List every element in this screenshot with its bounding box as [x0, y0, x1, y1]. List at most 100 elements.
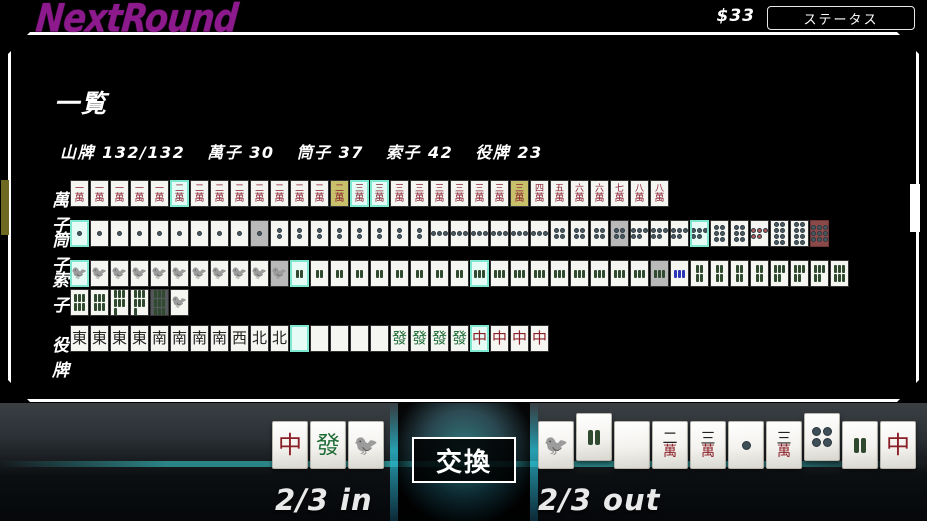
tile-man-八[interactable]: 八萬: [650, 180, 669, 207]
tile-sou-2[interactable]: [430, 260, 449, 287]
tile-pin-1[interactable]: [250, 220, 269, 247]
tile-honor-南[interactable]: 南: [210, 325, 229, 352]
hand-tile-sou-1[interactable]: 🐦: [348, 421, 384, 469]
tile-pin-4[interactable]: [570, 220, 589, 247]
tile-sou-3[interactable]: [470, 260, 489, 287]
tile-honor-白[interactable]: [290, 325, 309, 352]
tile-honor-東[interactable]: 東: [130, 325, 149, 352]
tile-man-六[interactable]: 六萬: [590, 180, 609, 207]
tile-man-一[interactable]: 一萬: [70, 180, 89, 207]
tile-sou-1[interactable]: 🐦: [110, 260, 129, 287]
tile-man-三[interactable]: 三萬: [410, 180, 429, 207]
tile-pin-5[interactable]: [650, 220, 669, 247]
tile-sou-1[interactable]: 🐦: [250, 260, 269, 287]
tile-sou-7[interactable]: [130, 289, 149, 316]
tile-sou-3[interactable]: [490, 260, 509, 287]
tile-man-三[interactable]: 三萬: [510, 180, 529, 207]
tile-pin-1[interactable]: [150, 220, 169, 247]
tile-man-六[interactable]: 六萬: [570, 180, 589, 207]
tile-pin-4[interactable]: [590, 220, 609, 247]
tile-pin-1[interactable]: [170, 220, 189, 247]
hand-tile-man-三[interactable]: 三萬: [766, 421, 802, 469]
tile-man-八[interactable]: 八萬: [630, 180, 649, 207]
tile-sou-6[interactable]: [830, 260, 849, 287]
tile-honor-chun[interactable]: 中: [490, 325, 509, 352]
tile-sou-5[interactable]: [810, 260, 829, 287]
tile-man-三[interactable]: 三萬: [430, 180, 449, 207]
tile-pin-1[interactable]: [130, 220, 149, 247]
tile-pin-3[interactable]: [510, 220, 529, 247]
tile-honor-南[interactable]: 南: [150, 325, 169, 352]
tile-sou-3[interactable]: [550, 260, 569, 287]
tile-sou-3[interactable]: [510, 260, 529, 287]
tile-sou-3[interactable]: [570, 260, 589, 287]
tile-pin-1[interactable]: [210, 220, 229, 247]
tile-sou-6[interactable]: [70, 289, 89, 316]
tile-sou-3[interactable]: [610, 260, 629, 287]
tile-pin-3[interactable]: [430, 220, 449, 247]
hand-tile-man-二[interactable]: 二萬: [652, 421, 688, 469]
tile-sou-6[interactable]: [90, 289, 109, 316]
exchange-button[interactable]: 交換: [412, 437, 516, 483]
tile-pin-2[interactable]: [290, 220, 309, 247]
tile-pin-2[interactable]: [350, 220, 369, 247]
tile-sou-9[interactable]: [150, 289, 169, 316]
tile-sou-1[interactable]: 🐦: [270, 260, 289, 287]
tile-honor-東[interactable]: 東: [70, 325, 89, 352]
tile-honor-hatsu[interactable]: 發: [450, 325, 469, 352]
tile-pin-8[interactable]: [770, 220, 789, 247]
tile-honor-東[interactable]: 東: [90, 325, 109, 352]
tile-sou-2[interactable]: [330, 260, 349, 287]
tile-honor-chun[interactable]: 中: [510, 325, 529, 352]
hand-tile-hatsu[interactable]: 發: [310, 421, 346, 469]
tile-honor-白[interactable]: [370, 325, 389, 352]
tile-sou-1[interactable]: 🐦: [190, 260, 209, 287]
tile-man-二[interactable]: 二萬: [190, 180, 209, 207]
tile-pin-4[interactable]: [610, 220, 629, 247]
tile-man-三[interactable]: 三萬: [390, 180, 409, 207]
tile-pin-1[interactable]: [110, 220, 129, 247]
tile-sou-1[interactable]: 🐦: [230, 260, 249, 287]
tile-man-三[interactable]: 三萬: [350, 180, 369, 207]
tile-pin-3[interactable]: [450, 220, 469, 247]
hand-tile-sou-1[interactable]: 🐦: [538, 421, 574, 469]
tile-honor-白[interactable]: [310, 325, 329, 352]
tile-pin-3[interactable]: [470, 220, 489, 247]
tile-honor-chun[interactable]: 中: [470, 325, 489, 352]
tile-sou-7[interactable]: [110, 289, 129, 316]
tile-honor-hatsu[interactable]: 發: [430, 325, 449, 352]
tile-pin-8[interactable]: [790, 220, 809, 247]
tile-man-二[interactable]: 二萬: [310, 180, 329, 207]
tile-sou-1[interactable]: 🐦: [150, 260, 169, 287]
tile-pin-2[interactable]: [410, 220, 429, 247]
hand-tile-chun[interactable]: 中: [880, 421, 916, 469]
tile-pin-2[interactable]: [330, 220, 349, 247]
tile-sou-4[interactable]: [710, 260, 729, 287]
tile-sou-5[interactable]: [790, 260, 809, 287]
tile-sou-1[interactable]: 🐦: [70, 260, 89, 287]
tile-honor-hatsu[interactable]: 發: [390, 325, 409, 352]
tile-sou-3[interactable]: [630, 260, 649, 287]
tile-pin-5[interactable]: [690, 220, 709, 247]
hand-tile-chun[interactable]: 中: [272, 421, 308, 469]
tile-honor-白[interactable]: [330, 325, 349, 352]
hand-tile-pin-1[interactable]: [728, 421, 764, 469]
tile-honor-chun[interactable]: 中: [530, 325, 549, 352]
tile-man-二[interactable]: 二萬: [270, 180, 289, 207]
tile-man-三[interactable]: 三萬: [450, 180, 469, 207]
tile-sou-2[interactable]: [350, 260, 369, 287]
tile-man-一[interactable]: 一萬: [110, 180, 129, 207]
tile-pin-9[interactable]: [810, 220, 829, 247]
tile-sou-2[interactable]: [370, 260, 389, 287]
hand-tile-man-三[interactable]: 三萬: [690, 421, 726, 469]
tile-sou-2[interactable]: [290, 260, 309, 287]
tile-pin-2[interactable]: [310, 220, 329, 247]
tile-sou-3[interactable]: [670, 260, 689, 287]
tile-pin-1[interactable]: [70, 220, 89, 247]
tile-pin-5[interactable]: [630, 220, 649, 247]
tile-honor-南[interactable]: 南: [190, 325, 209, 352]
hand-tile-pin-4[interactable]: [804, 413, 840, 461]
tile-sou-3[interactable]: [530, 260, 549, 287]
tile-pin-5[interactable]: [670, 220, 689, 247]
tile-man-二[interactable]: 二萬: [330, 180, 349, 207]
